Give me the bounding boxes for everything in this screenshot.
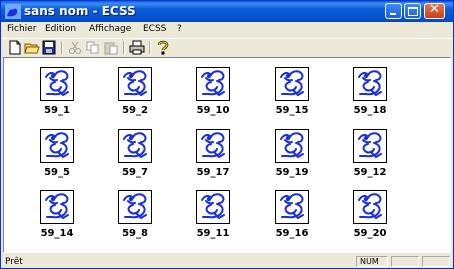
menu-ecss[interactable]: ECSS xyxy=(143,24,166,34)
glyph-image-icon xyxy=(358,193,382,219)
toolbar-separator xyxy=(149,41,151,54)
status-pane-empty xyxy=(391,256,419,267)
thumbnail-image[interactable] xyxy=(353,129,387,163)
glyph-image-icon xyxy=(201,132,225,158)
thumbnail-image[interactable] xyxy=(275,190,309,224)
thumbnail-image[interactable] xyxy=(40,67,74,101)
glyph-image-icon xyxy=(280,132,304,158)
thumbnail-image[interactable] xyxy=(118,129,152,163)
glyph-image-icon xyxy=(45,70,69,96)
menu-affichage[interactable]: Affichage xyxy=(89,24,131,34)
thumbnail-image[interactable] xyxy=(118,190,152,224)
thumbnail-label: 59_1 xyxy=(44,105,70,116)
glyph-image-icon xyxy=(123,70,147,96)
thumbnail-image[interactable] xyxy=(353,190,387,224)
thumbnail-image[interactable] xyxy=(353,67,387,101)
thumbnail-image[interactable] xyxy=(196,129,230,163)
glyph-image-icon xyxy=(45,193,69,219)
thumbnail-label: 59_12 xyxy=(353,167,387,178)
glyph-image-icon xyxy=(45,132,69,158)
close-button[interactable]: ✕ xyxy=(424,2,445,19)
app-icon xyxy=(5,4,21,19)
title-bar[interactable]: sans nom - ECSS ✕ xyxy=(1,1,453,22)
menu-bar: Fichier Edition Affichage ECSS ? xyxy=(1,22,453,37)
glyph-image-icon xyxy=(280,70,304,96)
window-title: sans nom - ECSS xyxy=(24,4,136,18)
thumbnail-label: 59_18 xyxy=(353,105,387,116)
paste-icon[interactable] xyxy=(103,40,119,55)
glyph-image-icon xyxy=(358,132,382,158)
thumbnail-label: 59_10 xyxy=(196,105,230,116)
thumbnail-image[interactable] xyxy=(275,129,309,163)
thumbnail-label: 59_14 xyxy=(40,228,74,239)
help-icon[interactable] xyxy=(155,40,171,55)
thumbnail-image[interactable] xyxy=(118,67,152,101)
maximize-button[interactable] xyxy=(404,3,421,19)
minimize-button[interactable] xyxy=(385,3,402,19)
status-pane-empty xyxy=(422,256,450,267)
save-disk-icon[interactable] xyxy=(41,40,57,55)
app-window: sans nom - ECSS ✕ Fichier Edition Affich… xyxy=(0,0,454,269)
new-file-icon[interactable] xyxy=(7,40,23,55)
status-text: Prêt xyxy=(5,257,23,267)
thumbnail-label: 59_20 xyxy=(353,228,387,239)
num-lock-indicator: NUM xyxy=(356,256,388,267)
glyph-image-icon xyxy=(201,193,225,219)
thumbnail-image[interactable] xyxy=(196,190,230,224)
cut-icon[interactable] xyxy=(67,40,83,55)
copy-icon[interactable] xyxy=(85,40,101,55)
menu-edition[interactable]: Edition xyxy=(45,24,76,34)
open-folder-icon[interactable] xyxy=(24,40,40,55)
menu-fichier[interactable]: Fichier xyxy=(7,24,36,34)
glyph-image-icon xyxy=(123,132,147,158)
thumbnail-label: 59_19 xyxy=(275,167,309,178)
status-bar: Prêt NUM xyxy=(1,255,453,268)
close-icon: ✕ xyxy=(429,2,440,17)
thumbnail-image[interactable] xyxy=(196,67,230,101)
glyph-image-icon xyxy=(358,70,382,96)
toolbar-separator xyxy=(123,41,125,54)
thumbnail-label: 59_2 xyxy=(122,105,148,116)
thumbnail-label: 59_17 xyxy=(196,167,230,178)
thumbnail-image[interactable] xyxy=(275,67,309,101)
thumbnail-label: 59_15 xyxy=(275,105,309,116)
thumbnail-label: 59_16 xyxy=(275,228,309,239)
thumbnail-image[interactable] xyxy=(40,190,74,224)
thumbnail-image[interactable] xyxy=(40,129,74,163)
glyph-image-icon xyxy=(123,193,147,219)
thumbnail-view[interactable]: 59_1 59_2 59_10 59_15 59_18 59_5 59_7 59_17 59_1… xyxy=(3,57,451,253)
thumbnail-label: 59_7 xyxy=(122,167,148,178)
thumbnail-label: 59_8 xyxy=(122,228,148,239)
toolbar-separator xyxy=(61,41,63,54)
thumbnail-label: 59_5 xyxy=(44,167,70,178)
print-icon[interactable] xyxy=(129,40,145,55)
toolbar xyxy=(1,38,453,56)
menu-help[interactable]: ? xyxy=(177,24,182,34)
glyph-image-icon xyxy=(201,70,225,96)
thumbnail-label: 59_11 xyxy=(196,228,230,239)
glyph-image-icon xyxy=(280,193,304,219)
